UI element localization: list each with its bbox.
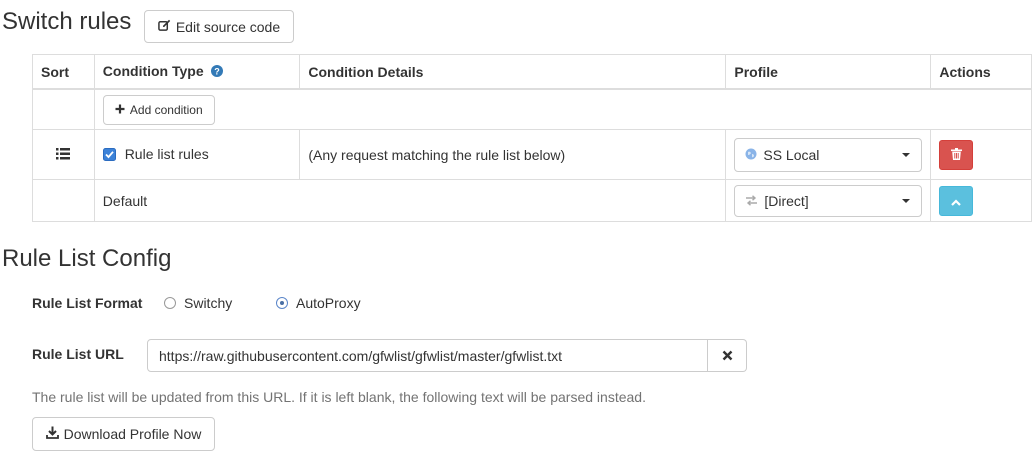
close-icon	[722, 348, 733, 364]
table-row: Default [Direct]	[32, 179, 1032, 222]
header-condition-details: Condition Details	[299, 54, 727, 90]
default-profile-select[interactable]: [Direct]	[734, 184, 923, 217]
default-profile-value: [Direct]	[764, 192, 809, 209]
profile-select[interactable]: SS Local	[734, 137, 923, 172]
add-condition-label: Add condition	[129, 102, 203, 117]
table-row: Rule list rules (Any request matching th…	[32, 129, 1032, 180]
condition-details-cell: (Any request matching the rule list belo…	[299, 129, 727, 180]
header-condition-type-label: Condition Type	[102, 63, 204, 79]
delete-rule-button[interactable]	[939, 139, 974, 170]
switchy-radio[interactable]	[164, 297, 176, 309]
default-label: Default	[93, 179, 727, 222]
table-header-row: Sort Condition Type ? Condition Details …	[32, 54, 1032, 90]
rule-list-url-input[interactable]	[147, 339, 708, 372]
chevron-down-icon	[902, 198, 911, 203]
download-profile-now-label: Download Profile Now	[63, 426, 202, 442]
add-condition-button[interactable]: Add condition	[102, 94, 215, 125]
sort-handle[interactable]	[32, 129, 95, 180]
trash-icon	[950, 147, 962, 163]
chevron-down-icon	[902, 152, 911, 157]
actions-cell	[930, 179, 1032, 222]
rule-list-help-text: The rule list will be updated from this …	[32, 389, 646, 405]
rule-enabled-checkbox[interactable]	[102, 147, 116, 164]
profile-cell: SS Local	[725, 129, 932, 180]
format-option-autoproxy[interactable]: AutoProxy	[276, 295, 361, 311]
edit-source-code-button[interactable]: Edit source code	[144, 10, 294, 43]
switch-rules-table: Sort Condition Type ? Condition Details …	[32, 54, 1033, 222]
rule-list-url-label: Rule List URL	[32, 346, 124, 362]
help-icon[interactable]: ?	[210, 64, 223, 80]
rule-list-url-group	[147, 339, 747, 372]
clear-url-button[interactable]	[708, 339, 747, 372]
header-actions: Actions	[930, 54, 1032, 90]
header-sort: Sort	[32, 54, 95, 90]
condition-type-cell: Rule list rules	[93, 129, 301, 180]
profile-select-value: SS Local	[763, 146, 820, 163]
chevron-up-icon	[951, 193, 962, 209]
plus-icon	[115, 103, 125, 117]
autoproxy-radio[interactable]	[276, 297, 288, 309]
header-profile: Profile	[725, 54, 932, 90]
condition-type-label: Rule list rules	[124, 145, 209, 162]
rule-list-config-title: Rule List Config	[2, 245, 172, 272]
rule-list-format-label: Rule List Format	[32, 295, 143, 311]
add-condition-row: Add condition	[32, 88, 1033, 130]
format-option-switchy[interactable]: Switchy	[164, 295, 232, 311]
header-condition-type: Condition Type ?	[93, 54, 301, 90]
switchy-label: Switchy	[184, 295, 233, 311]
profile-cell: [Direct]	[725, 179, 932, 222]
download-icon	[45, 426, 59, 442]
edit-source-code-label: Edit source code	[175, 18, 281, 35]
edit-icon	[158, 19, 171, 35]
svg-text:?: ?	[214, 67, 220, 77]
exchange-icon	[745, 193, 758, 209]
download-profile-now-button[interactable]: Download Profile Now	[32, 417, 215, 451]
autoproxy-label: AutoProxy	[296, 295, 361, 311]
move-up-button[interactable]	[939, 185, 974, 216]
globe-icon	[745, 147, 757, 163]
switch-rules-title: Switch rules	[2, 8, 132, 35]
actions-cell	[930, 129, 1032, 180]
drag-list-icon[interactable]	[56, 147, 71, 163]
